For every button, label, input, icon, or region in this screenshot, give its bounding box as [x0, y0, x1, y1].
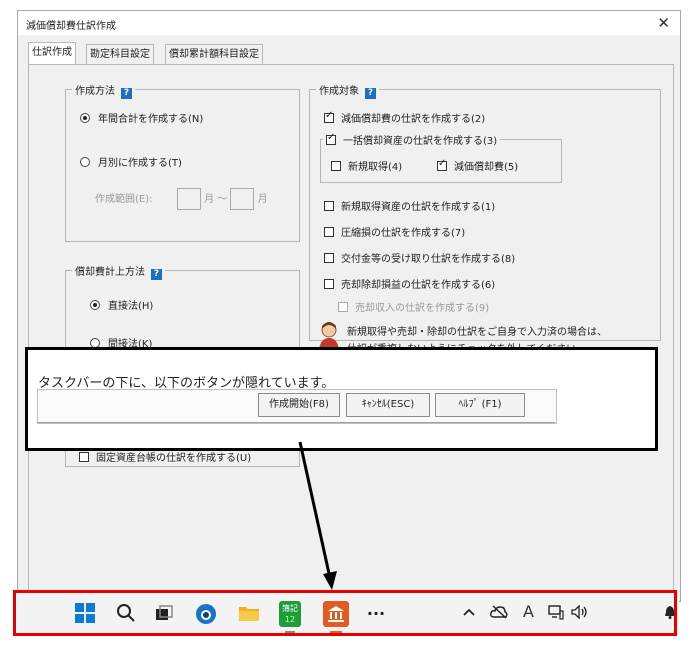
- help-button[interactable]: ﾍﾙﾌﾟ (F1): [435, 393, 525, 417]
- start-button[interactable]: 作成開始(F8): [258, 393, 340, 417]
- checkbox-unchecked-icon: [324, 279, 334, 289]
- start-month-input[interactable]: [176, 188, 201, 210]
- checkbox-unchecked-icon: [324, 227, 334, 237]
- tab-journal-create[interactable]: 仕訳作成: [28, 42, 76, 64]
- checkbox-new-acquisition[interactable]: 新規取得(4): [331, 158, 402, 173]
- close-icon[interactable]: ✕: [657, 14, 670, 32]
- checkbox-disabled-icon: [338, 302, 348, 312]
- checkbox-checked-icon: [326, 132, 336, 145]
- target-legend: 作成対象: [319, 86, 359, 97]
- checkbox-compression[interactable]: 圧縮損の仕訳を作成する(7): [324, 224, 465, 239]
- radio-monthly[interactable]: 月別に作成する(T): [80, 154, 182, 169]
- button-bar: 作成開始(F8) ｷｬﾝｾﾙ(ESC) ﾍﾙﾌﾟ (F1): [37, 389, 557, 424]
- end-month-input[interactable]: [230, 188, 255, 210]
- help-icon[interactable]: ?: [121, 88, 132, 99]
- radio-checked-icon: [80, 113, 90, 123]
- checkbox-checked-icon: [437, 158, 447, 171]
- tab-panel: 作成方法? 年間合計を作成する(N) 月別に作成する(T) 作成範囲(E): 月…: [28, 64, 674, 601]
- help-icon[interactable]: ?: [151, 269, 162, 280]
- divider: [37, 422, 555, 423]
- checkbox-depreciation-expense[interactable]: 減価償却費(5): [437, 158, 518, 173]
- checkbox-sale-gain[interactable]: 売却除却損益の仕訳を作成する(6): [324, 276, 495, 291]
- arrow-icon: [298, 441, 337, 590]
- checkbox-ledger[interactable]: 固定資産台帳の仕訳を作成する(U): [79, 449, 251, 464]
- hidden-buttons-callout: タスクバーの下に、以下のボタンが隠れています。 作成開始(F8) ｷｬﾝｾﾙ(E…: [25, 347, 658, 451]
- checkbox-unchecked-icon: [324, 201, 334, 211]
- checkbox-unchecked-icon: [331, 161, 341, 171]
- calc-method-legend: 償却費計上方法: [75, 267, 145, 278]
- range-label: 作成範囲(E):: [95, 194, 153, 205]
- checkbox-checked-icon: [324, 110, 334, 123]
- creation-method-legend: 作成方法: [75, 86, 115, 97]
- radio-direct[interactable]: 直接法(H): [90, 297, 153, 312]
- checkbox-subsidy[interactable]: 交付金等の受け取り仕訳を作成する(8): [324, 250, 515, 265]
- tab-accumulated-settings[interactable]: 償却累計額科目設定: [165, 44, 263, 64]
- title-bar: 減価償却費仕訳作成 ✕: [18, 11, 680, 35]
- creation-method-group: 作成方法? 年間合計を作成する(N) 月別に作成する(T) 作成範囲(E): 月…: [65, 82, 300, 242]
- lump-sum-group: 一括償却資産の仕訳を作成する(3) 新規取得(4) 減価償却費(5): [320, 132, 562, 183]
- target-group: 作成対象? 減価償却費の仕訳を作成する(2) 一括償却資産の仕訳を作成する(3)…: [309, 82, 661, 341]
- radio-unchecked-icon: [80, 157, 90, 167]
- checkbox-lump-sum[interactable]: 一括償却資産の仕訳を作成する(3): [323, 132, 501, 147]
- window-title: 減価償却費仕訳作成: [26, 21, 116, 32]
- checkbox-new-asset[interactable]: 新規取得資産の仕訳を作成する(1): [324, 198, 495, 213]
- radio-annual[interactable]: 年間合計を作成する(N): [80, 110, 203, 125]
- taskbar-highlight: [13, 590, 677, 636]
- checkbox-sale-income[interactable]: 売却収入の仕訳を作成する(9): [338, 299, 489, 314]
- person-icon: [319, 322, 339, 349]
- checkbox-unchecked-icon: [324, 253, 334, 263]
- cancel-button[interactable]: ｷｬﾝｾﾙ(ESC): [346, 393, 430, 417]
- radio-checked-icon: [90, 300, 100, 310]
- note-text-1: 新規取得や売却・除却の仕訳をご自身で入力済の場合は、: [347, 327, 607, 338]
- tab-account-settings[interactable]: 勘定科目設定: [86, 44, 154, 64]
- range-row: 作成範囲(E): 月 ～ 月: [95, 188, 268, 210]
- help-icon[interactable]: ?: [365, 88, 376, 99]
- checkbox-unchecked-icon: [79, 452, 89, 462]
- checkbox-depreciation[interactable]: 減価償却費の仕訳を作成する(2): [324, 110, 485, 125]
